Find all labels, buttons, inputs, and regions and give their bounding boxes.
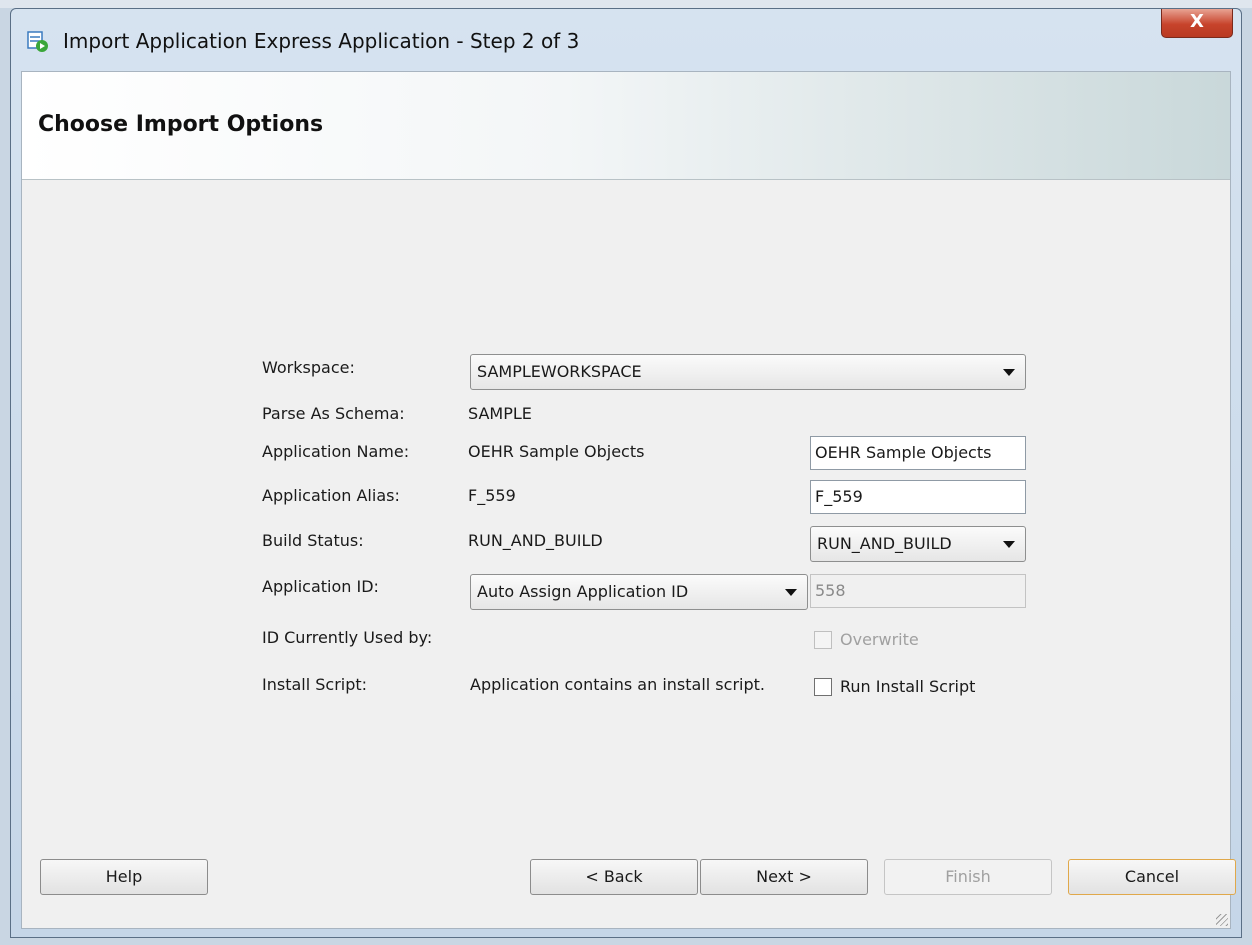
help-button[interactable]: Help bbox=[40, 859, 208, 895]
page-title: Choose Import Options bbox=[38, 112, 324, 137]
dialog-content: Choose Import Options Workspace: SAMPLEW… bbox=[21, 71, 1236, 929]
step-header: Choose Import Options bbox=[22, 72, 1230, 180]
chevron-down-icon bbox=[1003, 369, 1015, 376]
window-title: Import Application Express Application -… bbox=[63, 29, 580, 53]
background-window-edge bbox=[0, 0, 1252, 8]
chevron-down-icon bbox=[1003, 541, 1015, 548]
application-alias-label: Application Alias: bbox=[262, 486, 400, 505]
cancel-button[interactable]: Cancel bbox=[1068, 859, 1236, 895]
workspace-label: Workspace: bbox=[262, 358, 355, 377]
install-script-value: Application contains an install script. bbox=[470, 675, 765, 694]
workspace-select-value: SAMPLEWORKSPACE bbox=[477, 362, 642, 381]
application-id-label: Application ID: bbox=[262, 577, 379, 596]
finish-button: Finish bbox=[884, 859, 1052, 895]
application-name-value: OEHR Sample Objects bbox=[468, 442, 645, 461]
application-id-input: 558 bbox=[810, 574, 1026, 608]
build-status-select[interactable]: RUN_AND_BUILD bbox=[810, 526, 1026, 562]
close-button[interactable]: X bbox=[1161, 9, 1233, 38]
overwrite-checkbox bbox=[814, 631, 832, 649]
application-id-select-value: Auto Assign Application ID bbox=[477, 582, 689, 601]
back-button[interactable]: < Back bbox=[530, 859, 698, 895]
install-script-label: Install Script: bbox=[262, 675, 368, 694]
overwrite-label: Overwrite bbox=[840, 630, 919, 649]
application-id-select[interactable]: Auto Assign Application ID bbox=[470, 574, 808, 610]
application-icon bbox=[27, 31, 49, 53]
build-status-value: RUN_AND_BUILD bbox=[468, 531, 603, 550]
build-status-label: Build Status: bbox=[262, 531, 364, 550]
import-dialog: Import Application Express Application -… bbox=[10, 8, 1242, 938]
parse-as-schema-label: Parse As Schema: bbox=[262, 404, 405, 423]
application-alias-value: F_559 bbox=[468, 486, 516, 505]
resize-grip-icon[interactable] bbox=[1216, 914, 1228, 926]
id-currently-used-label: ID Currently Used by: bbox=[262, 628, 433, 647]
application-alias-input[interactable]: F_559 bbox=[810, 480, 1026, 514]
build-status-select-value: RUN_AND_BUILD bbox=[817, 534, 952, 553]
run-install-script-checkbox[interactable] bbox=[814, 678, 832, 696]
parse-as-schema-value: SAMPLE bbox=[468, 404, 532, 423]
application-name-input[interactable]: OEHR Sample Objects bbox=[810, 436, 1026, 470]
application-name-label: Application Name: bbox=[262, 442, 410, 461]
chevron-down-icon bbox=[785, 589, 797, 596]
run-install-script-label[interactable]: Run Install Script bbox=[840, 677, 975, 696]
title-bar[interactable]: Import Application Express Application -… bbox=[11, 9, 1241, 71]
next-button[interactable]: Next > bbox=[700, 859, 868, 895]
workspace-select[interactable]: SAMPLEWORKSPACE bbox=[470, 354, 1026, 390]
